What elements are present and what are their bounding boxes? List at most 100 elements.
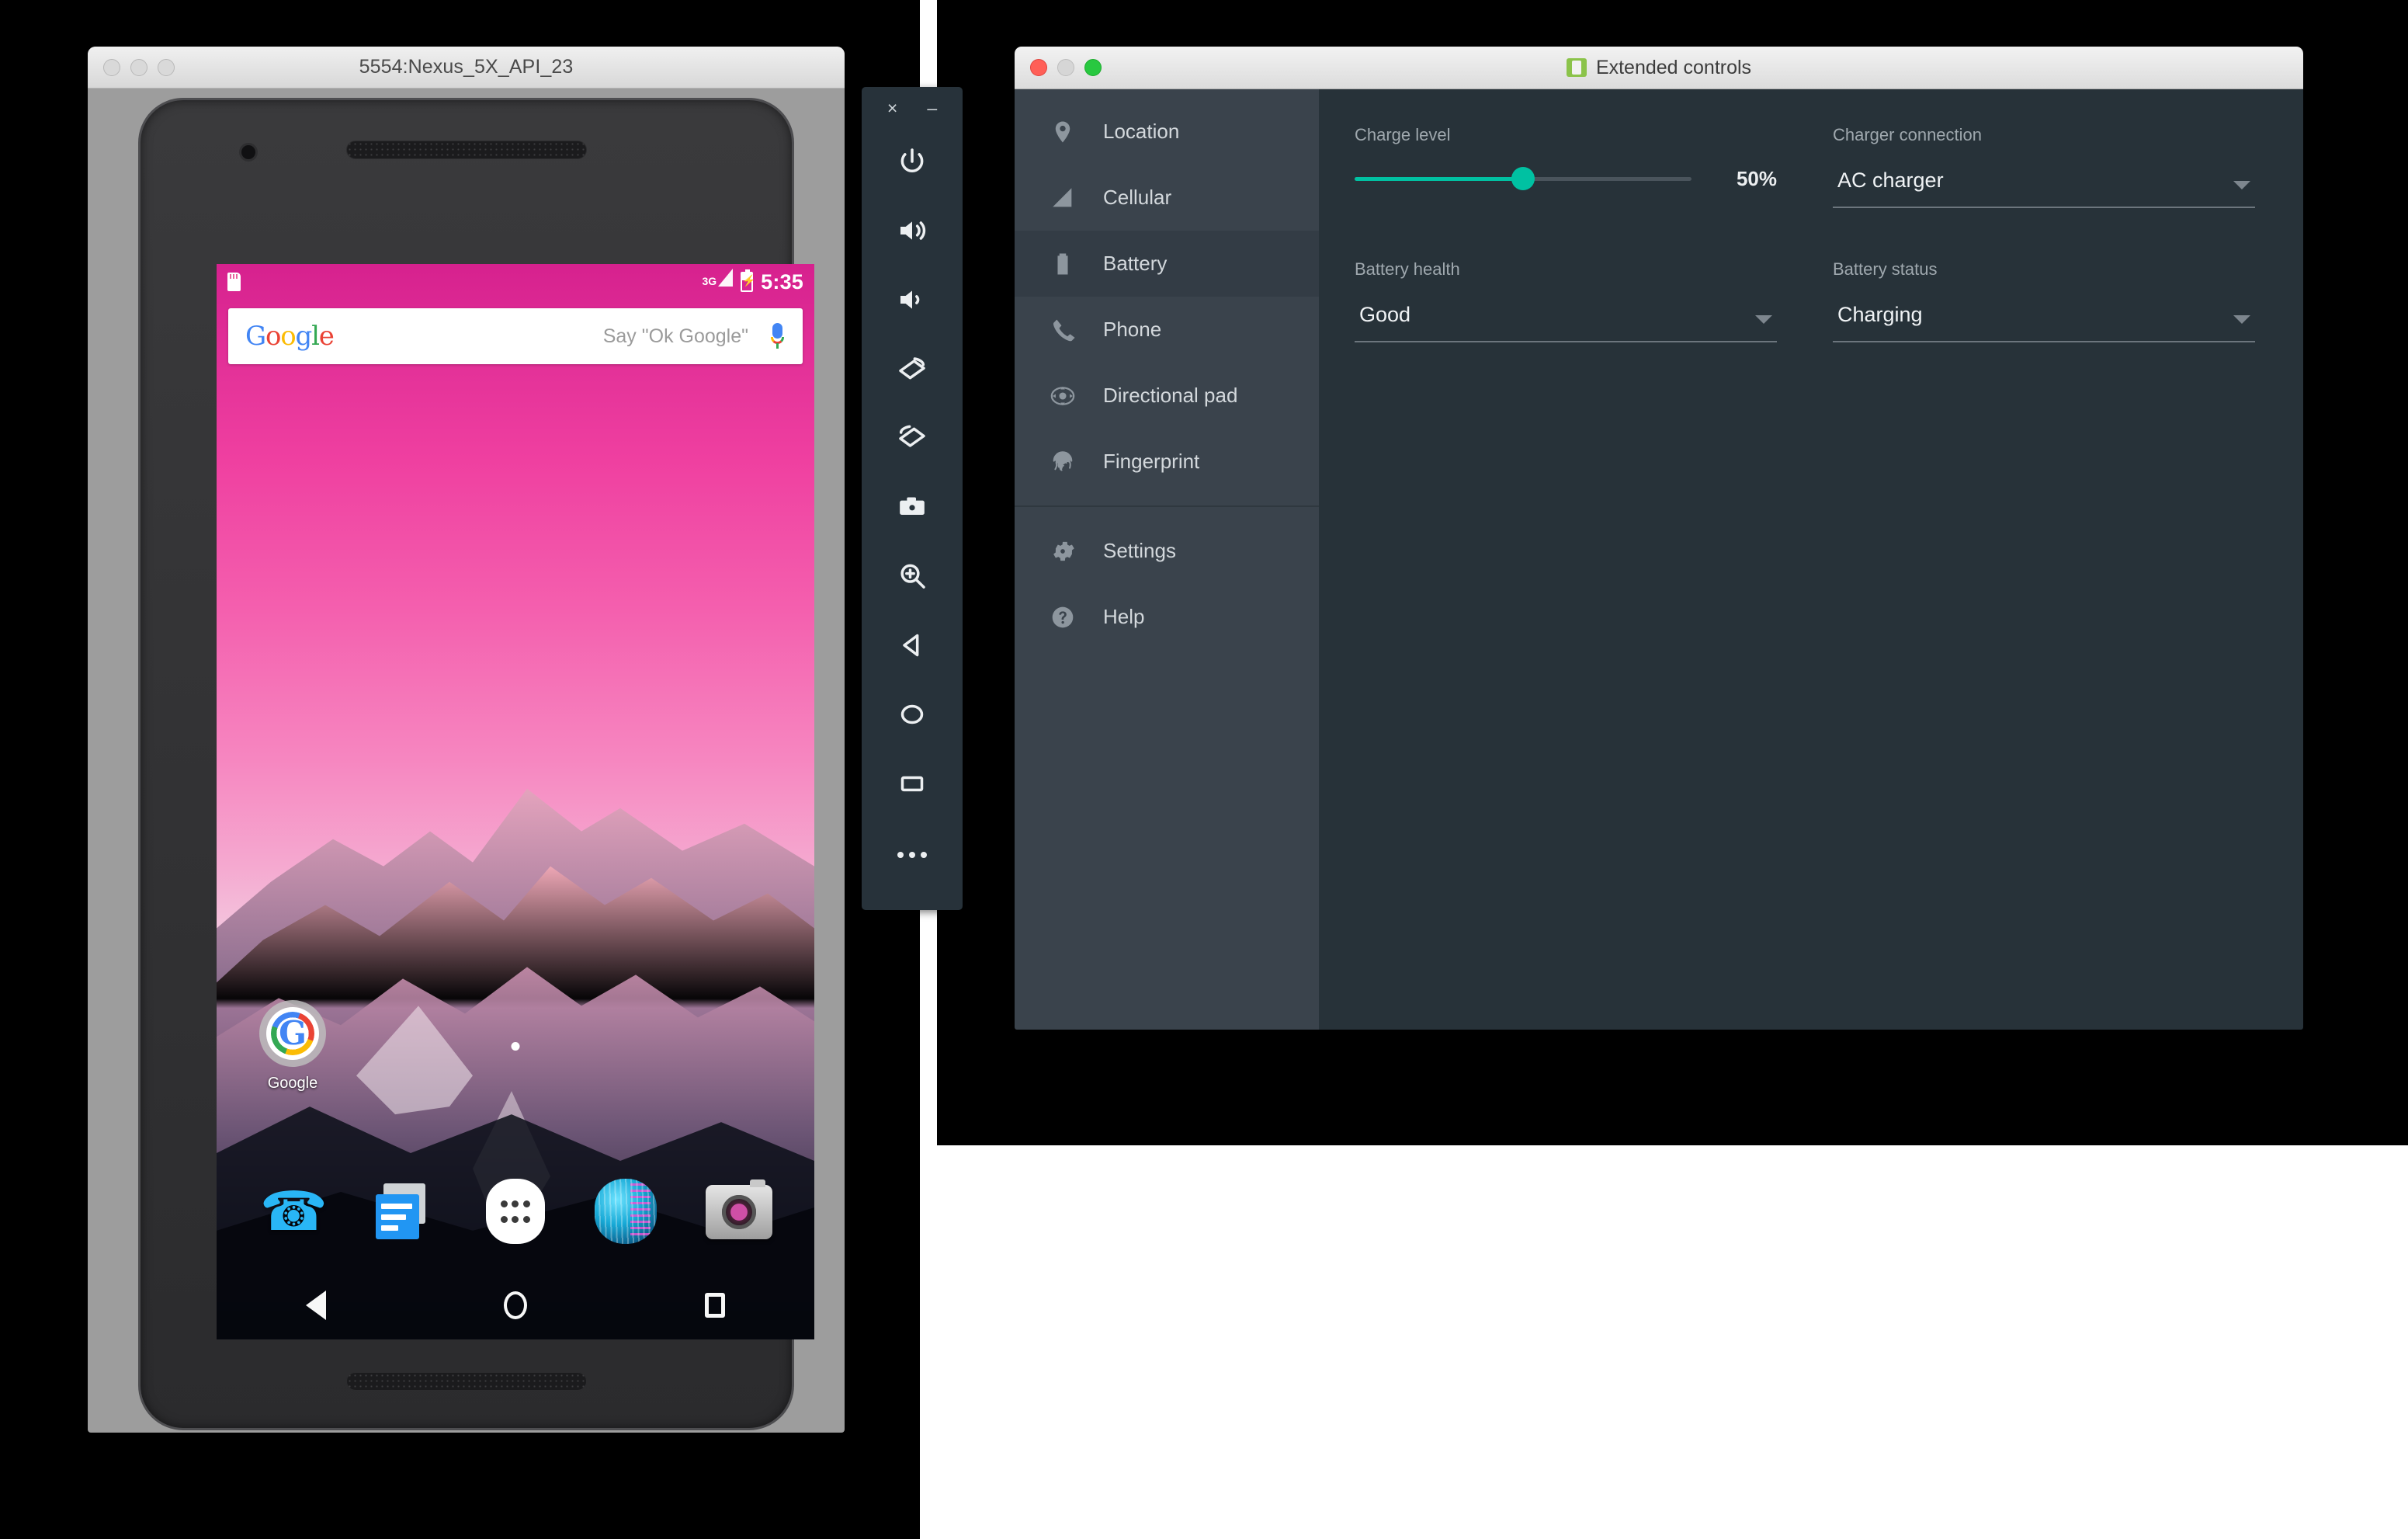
sidebar-item-help[interactable]: Help <box>1015 584 1319 650</box>
extended-controls-titlebar: Extended controls <box>1015 47 2303 89</box>
recents-square-icon <box>897 768 928 803</box>
phone-icon: ☎ <box>259 1181 328 1242</box>
toolbar-minimize-button[interactable]: – <box>927 99 937 117</box>
charger-connection-label: Charger connection <box>1833 125 1983 144</box>
slider-thumb[interactable] <box>1511 167 1535 190</box>
android-screen[interactable]: 3G 5:35 Google Say "Ok Google" <box>217 264 814 1339</box>
power-icon <box>897 146 928 181</box>
battery-status-value: Charging <box>1837 303 1923 326</box>
zoom-button[interactable] <box>862 544 963 613</box>
chevron-down-icon <box>2233 181 2250 189</box>
sidebar-item-battery-label: Battery <box>1103 252 1168 275</box>
back-button[interactable] <box>862 613 963 682</box>
sidebar-item-battery[interactable]: Battery <box>1015 231 1319 297</box>
sidebar-item-location[interactable]: Location <box>1015 99 1319 165</box>
status-bar-left <box>227 273 241 291</box>
sidebar-item-phone-label: Phone <box>1103 318 1162 341</box>
microphone-icon[interactable] <box>769 323 786 349</box>
home-app-label: Google <box>267 1075 318 1092</box>
sidebar-item-settings[interactable]: Settings <box>1015 518 1319 584</box>
volume-up-button[interactable] <box>862 198 963 267</box>
dock-item-all-apps[interactable] <box>483 1179 548 1244</box>
extended-controls-body: Location Cellular Battery Phone Directio… <box>1015 89 2303 1030</box>
status-bar-clock: 5:35 <box>761 269 803 294</box>
battery-icon <box>1049 250 1077 278</box>
sd-card-icon <box>227 273 241 291</box>
sidebar-item-location-label: Location <box>1103 120 1180 143</box>
dock-item-messages[interactable] <box>371 1179 436 1244</box>
screenshot-root: 5554:Nexus_5X_API_23 3G ⚡ 5:35 Google Sa… <box>0 0 2408 1539</box>
emulator-minimize-button[interactable] <box>130 59 147 76</box>
charger-connection-select[interactable]: AC charger <box>1833 165 2255 208</box>
extended-controls-traffic-lights[interactable] <box>1030 59 1102 76</box>
dock-item-phone[interactable]: ☎ <box>259 1179 328 1244</box>
ec-close-button[interactable] <box>1030 59 1047 76</box>
google-logo-letter-o1: o <box>265 321 281 352</box>
screenshot-button[interactable] <box>862 474 963 544</box>
ec-minimize-button[interactable] <box>1057 59 1074 76</box>
emulator-titlebar: 5554:Nexus_5X_API_23 <box>88 47 845 89</box>
google-logo-letter-e: e <box>318 321 335 352</box>
battery-status-select[interactable]: Charging <box>1833 300 2255 342</box>
chevron-down-icon <box>2233 315 2250 324</box>
charge-level-value: 50% <box>1736 166 1777 190</box>
battery-health-field: Battery health Good <box>1355 259 1777 342</box>
more-button[interactable] <box>862 820 963 889</box>
sidebar-item-directional-pad[interactable]: Directional pad <box>1015 363 1319 429</box>
messages-icon <box>376 1194 420 1239</box>
charge-level-slider-row: 50% <box>1355 165 1777 192</box>
battery-health-value: Good <box>1359 303 1411 326</box>
battery-panel-grid: Charge level 50% Charger connection AC c… <box>1355 125 2255 342</box>
emulator-window[interactable]: 5554:Nexus_5X_API_23 3G ⚡ 5:35 Google Sa… <box>88 47 845 1433</box>
sidebar-item-fingerprint[interactable]: Fingerprint <box>1015 429 1319 495</box>
zoom-in-icon <box>897 561 928 596</box>
google-search-widget[interactable]: Google Say "Ok Google" <box>228 308 803 364</box>
charge-level-slider[interactable] <box>1355 165 1691 192</box>
volume-down-button[interactable] <box>862 267 963 336</box>
emulator-traffic-lights[interactable] <box>103 47 175 89</box>
chevron-down-icon <box>1755 315 1772 324</box>
gear-icon <box>1049 537 1077 565</box>
sidebar-item-help-label: Help <box>1103 605 1145 628</box>
back-triangle-icon[interactable] <box>305 1291 326 1320</box>
sidebar-item-phone[interactable]: Phone <box>1015 297 1319 363</box>
dock-item-camera[interactable] <box>706 1179 773 1244</box>
sidebar-item-cellular[interactable]: Cellular <box>1015 165 1319 231</box>
ec-zoom-button[interactable] <box>1084 59 1102 76</box>
extended-controls-title-wrap: Extended controls <box>1015 57 2303 79</box>
rotate-left-icon <box>897 353 928 388</box>
back-triangle-icon <box>897 630 928 665</box>
rotate-left-button[interactable] <box>862 336 963 405</box>
search-placeholder-text: Say "Ok Google" <box>602 325 748 347</box>
rotate-right-icon <box>897 422 928 457</box>
volume-up-icon <box>897 215 928 250</box>
recents-square-icon[interactable] <box>705 1293 726 1318</box>
charger-connection-value: AC charger <box>1837 168 1944 192</box>
charge-level-label: Charge level <box>1355 125 1451 144</box>
power-button[interactable] <box>862 129 963 198</box>
emulator-zoom-button[interactable] <box>158 59 175 76</box>
charge-level-field: Charge level 50% <box>1355 125 1777 208</box>
network-type-label: 3G <box>702 274 717 287</box>
emulator-window-title: 5554:Nexus_5X_API_23 <box>359 56 574 78</box>
android-status-bar: 3G 5:35 <box>217 264 814 300</box>
home-button[interactable] <box>862 682 963 751</box>
dock-item-browser[interactable] <box>594 1179 660 1244</box>
battery-health-select[interactable]: Good <box>1355 300 1777 342</box>
sidebar-item-cellular-label: Cellular <box>1103 186 1172 209</box>
emulator-close-button[interactable] <box>103 59 120 76</box>
extended-controls-window[interactable]: Extended controls Location Cellular Batt… <box>1015 47 2303 1030</box>
toolbar-close-button[interactable]: × <box>887 99 897 117</box>
signal-bars-icon: 3G <box>702 268 734 296</box>
rotate-right-button[interactable] <box>862 405 963 474</box>
sidebar-item-fingerprint-label: Fingerprint <box>1103 450 1200 473</box>
home-circle-icon[interactable] <box>503 1291 527 1319</box>
home-app-google[interactable]: G Google <box>246 1000 339 1093</box>
bottom-speaker <box>345 1372 587 1391</box>
extended-controls-sidebar: Location Cellular Battery Phone Directio… <box>1015 89 1319 1030</box>
android-navigation-bar <box>217 1271 814 1339</box>
emulator-toolbar[interactable]: × – <box>862 87 963 910</box>
overview-button[interactable] <box>862 751 963 820</box>
battery-charging-icon <box>741 269 756 292</box>
sidebar-item-settings-label: Settings <box>1103 539 1176 562</box>
